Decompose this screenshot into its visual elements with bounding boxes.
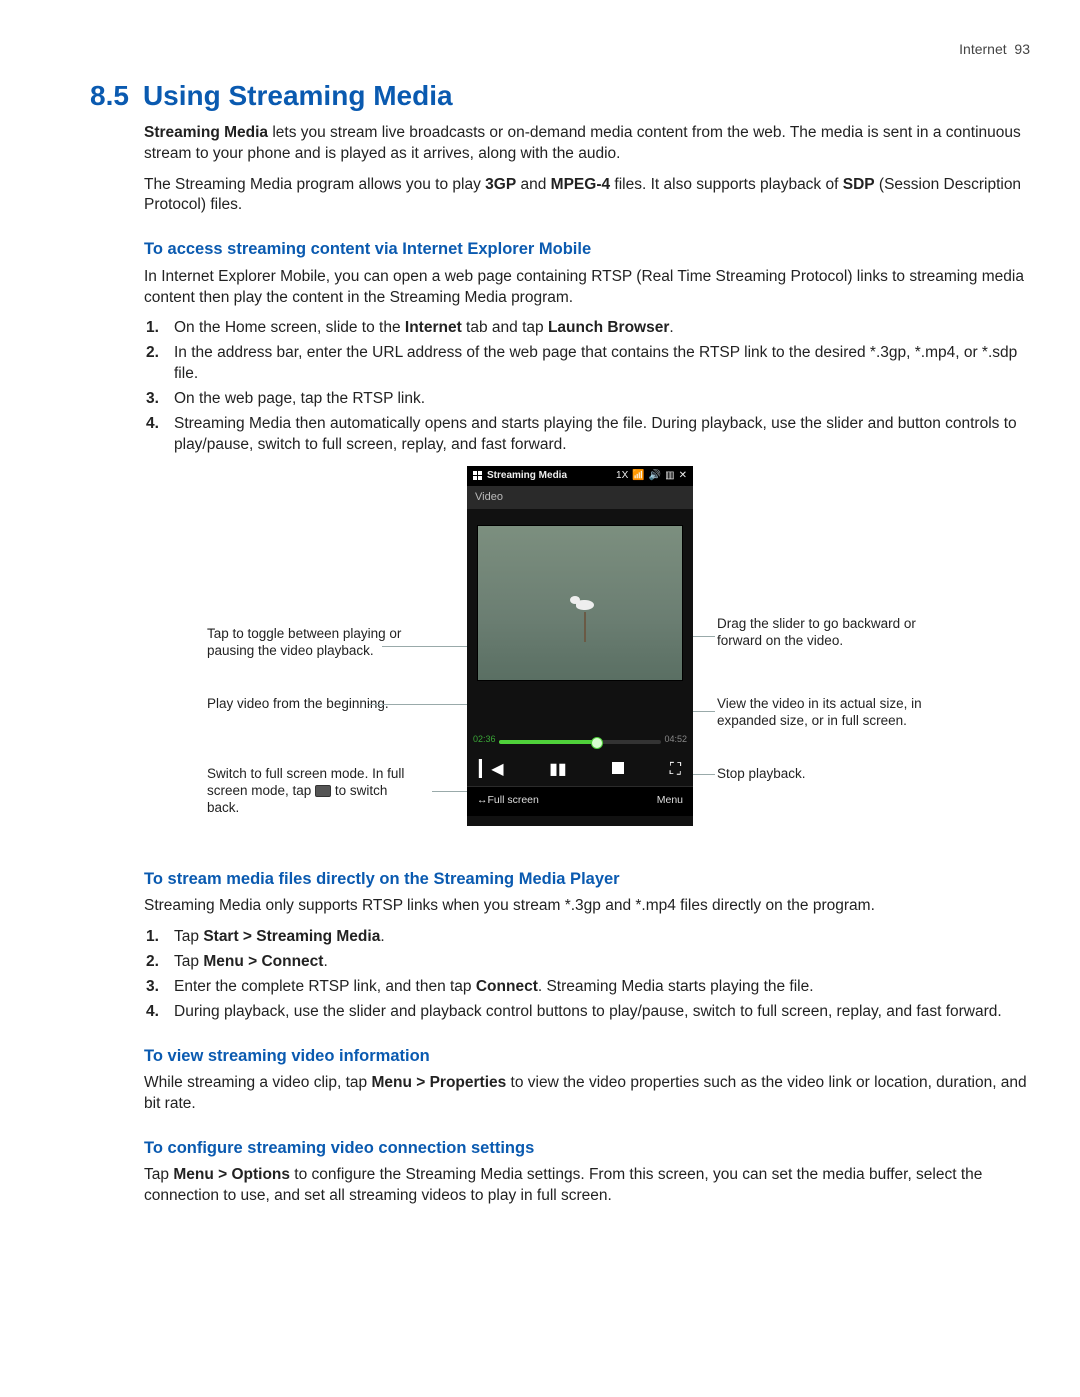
term-sdp: SDP [843,176,875,193]
volume-icon: 🔊 [649,469,661,483]
play-pause-button[interactable]: ▮▮ [549,759,567,781]
stop-button[interactable] [612,759,624,781]
subheading-configure: To configure streaming video connection … [144,1137,1030,1159]
restore-icon [315,785,331,797]
time-total: 04:52 [664,733,687,745]
sec-a-step-4: Streaming Media then automatically opens… [170,414,1030,456]
callout-view-size: View the video in its actual size, in ex… [717,696,927,730]
close-icon: ✕ [679,469,687,483]
status-bar: Streaming Media 1X 📶 🔊 ▥ ✕ [467,466,693,486]
callout-stop: Stop playback. [717,766,927,783]
intro-paragraph-1: Streaming Media lets you stream live bro… [144,123,1030,165]
section-heading: Using Streaming Media [143,77,1030,115]
sec-b-intro: Streaming Media only supports RTSP links… [144,896,1030,917]
sec-a-intro: In Internet Explorer Mobile, you can ope… [144,267,1030,309]
softkey-fullscreen[interactable]: ↔Full screen [477,793,539,807]
sec-d-body: Tap Menu > Options to configure the Stre… [144,1165,1030,1207]
seek-slider[interactable]: 02:36 04:52 [477,737,683,745]
callout-play-pause: Tap to toggle between playing or pausing… [207,626,407,660]
sec-a-step-2: In the address bar, enter the URL addres… [170,343,1030,385]
term-mpeg4: MPEG-4 [551,176,610,193]
annotated-screenshot: Tap to toggle between playing or pausing… [207,466,967,846]
section-title: 8.5 Using Streaming Media [90,77,1030,115]
battery-icon: ▥ [665,469,674,483]
subheading-access-ie: To access streaming content via Internet… [144,238,1030,260]
sec-b-step-3: Enter the complete RTSP link, and then t… [170,977,1030,998]
sec-b-step-2: Tap Menu > Connect. [170,952,1030,973]
page-number: 93 [1014,41,1030,57]
sec-b-step-4: During playback, use the slider and play… [170,1002,1030,1023]
sec-b-steps: Tap Start > Streaming Media. Tap Menu > … [144,927,1030,1023]
running-header: Internet 93 [90,40,1030,59]
section-number: 8.5 [90,77,129,115]
subheading-view-info: To view streaming video information [144,1045,1030,1067]
subheading-stream-direct: To stream media files directly on the St… [144,868,1030,890]
chapter-name: Internet [959,41,1006,57]
intro-paragraph-2: The Streaming Media program allows you t… [144,175,1030,217]
term-streaming-media: Streaming Media [144,124,268,141]
sec-a-steps: On the Home screen, slide to the Interne… [144,318,1030,456]
time-elapsed: 02:36 [473,733,496,745]
replay-button[interactable]: ▎◀ [479,759,504,781]
slider-knob[interactable] [591,737,603,749]
term-3gp: 3GP [485,176,516,193]
playback-controls: ▎◀ ▮▮ ⛶ [467,751,693,787]
sec-a-step-3: On the web page, tap the RTSP link. [170,389,1030,410]
start-icon [473,471,483,481]
phone-mockup: Streaming Media 1X 📶 🔊 ▥ ✕ Video [467,466,693,826]
fullscreen-button[interactable]: ⛶ [670,759,681,781]
sec-a-step-1: On the Home screen, slide to the Interne… [170,318,1030,339]
callout-slider: Drag the slider to go backward or forwar… [717,616,927,650]
video-frame [477,525,683,681]
softkey-menu[interactable]: Menu [657,793,683,807]
signal-icon: 📶 [632,469,644,483]
video-tab: Video [467,486,693,509]
network-1x-icon: 1X [616,469,628,483]
app-title: Streaming Media [487,469,567,483]
video-content-placeholder [570,590,598,614]
sec-c-body: While streaming a video clip, tap Menu >… [144,1073,1030,1115]
callout-fullscreen-toggle: Switch to full screen mode. In full scre… [207,766,407,817]
sec-b-step-1: Tap Start > Streaming Media. [170,927,1030,948]
